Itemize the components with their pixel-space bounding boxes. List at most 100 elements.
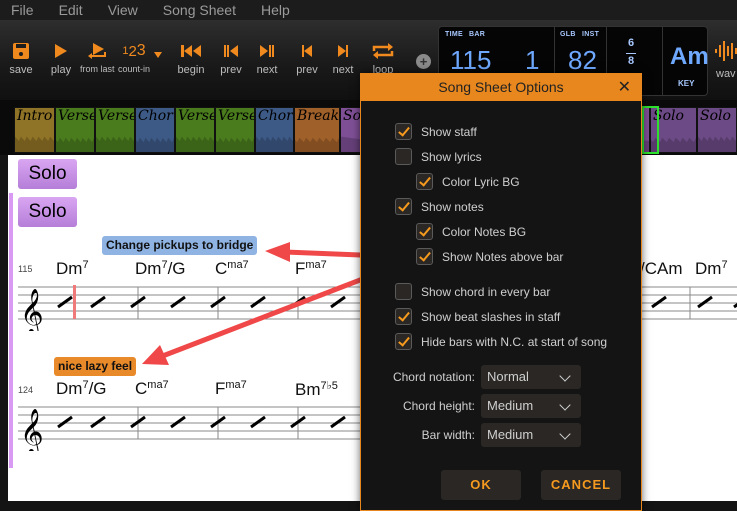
plus-icon: + [419,54,428,69]
prev-section-button[interactable]: prev [294,40,320,76]
timeline-segment[interactable]: Chorus [255,107,294,153]
timeline-segment[interactable]: Break [294,107,340,153]
timeline-segment[interactable]: Verse [175,107,215,153]
option-show-lyrics[interactable]: Show lyrics [395,148,482,165]
skip-next-icon [254,40,280,62]
option-show-beat-slashes-in-staff[interactable]: Show beat slashes in staff [395,308,560,325]
select-label: Chord notation: [392,370,475,384]
option-show-chord-in-every-bar[interactable]: Show chord in every bar [395,283,550,300]
save-icon [8,40,34,62]
menu-help[interactable]: Help [261,2,290,18]
dialog-title: Song Sheet Options [438,79,564,95]
section-marker-bar [9,193,13,468]
beat-slash [330,295,346,309]
ok-button[interactable]: OK [441,470,521,500]
checkbox[interactable] [395,123,412,140]
note-nice-lazy-feel[interactable]: nice lazy feel [54,357,137,376]
option-show-notes[interactable]: Show notes [395,198,484,215]
checkbox[interactable] [395,148,412,165]
chord[interactable]: Cma7 [215,259,249,279]
beat-slash [250,415,266,429]
select-row-bar-width: Bar width: Medium [380,423,581,447]
timeline-segment[interactable]: Intro [14,107,55,153]
begin-button[interactable]: begin [176,40,206,76]
menu-view[interactable]: View [108,2,138,18]
playhead[interactable] [642,106,659,154]
prev-bar-button[interactable]: prev [218,40,244,76]
select-dropdown[interactable]: Medium [481,423,581,447]
menu-edit[interactable]: Edit [59,2,83,18]
checkbox[interactable] [416,223,433,240]
time-label: TIME [445,31,463,38]
checkbox[interactable] [416,173,433,190]
segment-name: Solo [700,108,731,124]
count-in-button[interactable]: 123 count-in [116,40,152,74]
chord[interactable]: Dm7/G [135,259,186,279]
segment-name: Chorus [138,108,174,124]
key-value[interactable]: Am [670,43,709,71]
bar-value[interactable]: 1 [525,45,539,76]
option-color-lyric-bg[interactable]: Color Lyric BG [416,173,520,190]
chord[interactable]: /CAm [640,259,683,279]
timeline-segment[interactable]: Verse [215,107,255,153]
checkbox[interactable] [395,283,412,300]
segment-name: Verse [58,108,95,124]
select-value: Normal [487,369,529,384]
save-button[interactable]: save [8,40,34,76]
play-button[interactable]: play [48,40,74,76]
beat-slash [250,295,266,309]
beat-slash [330,415,346,429]
time-signature-top[interactable]: 6 [624,37,638,49]
playback-cursor[interactable] [73,285,76,319]
loop-icon [370,40,396,62]
timeline-segment[interactable]: Solo [697,107,737,153]
song-sheet[interactable]: Solo Solo Change pickups to bridge 115 D… [8,155,360,501]
waveform-icon[interactable] [714,40,737,67]
staff: 𝄞 [18,285,360,331]
checkbox[interactable] [395,198,412,215]
section-label[interactable]: Solo [18,159,77,189]
note-change-pickups[interactable]: Change pickups to bridge [102,236,258,255]
chord[interactable]: Fma7 [295,259,327,279]
add-button[interactable]: + [416,54,431,69]
chord[interactable]: Bm7♭5 [295,379,338,400]
menu-bar: File Edit View Song Sheet Help [0,0,737,20]
option-color-notes-bg[interactable]: Color Notes BG [416,223,526,240]
time-signature-bottom[interactable]: 8 [624,55,638,67]
segment-waveform [295,137,339,152]
menu-file[interactable]: File [11,2,34,18]
chord[interactable]: Cma7 [135,379,169,399]
timeline-segment[interactable]: Verse [55,107,95,153]
option-show-notes-above-bar[interactable]: Show Notes above bar [416,248,563,265]
chord[interactable]: Dm7 [56,259,89,279]
menu-song-sheet[interactable]: Song Sheet [163,2,236,18]
prev-icon [294,40,320,62]
treble-clef-icon: 𝄞 [20,289,44,331]
checkbox[interactable] [416,248,433,265]
count-in-dropdown[interactable] [154,52,164,58]
loop-button[interactable]: loop [370,40,396,76]
timeline-segment[interactable]: Verse [95,107,135,153]
chord[interactable]: Dm7/G [56,379,107,399]
select-dropdown[interactable]: Normal [481,365,581,389]
chord[interactable]: Fma7 [215,379,247,399]
option-hide-bars-with-n-c-at-start-of-song[interactable]: Hide bars with N.C. at start of song [395,333,607,350]
dialog-title-bar[interactable]: Song Sheet Options ✕ [361,74,641,101]
section-label[interactable]: Solo [18,197,77,227]
chord[interactable]: Dm7 [695,259,728,279]
select-dropdown[interactable]: Medium [481,394,581,418]
timeline-segment[interactable]: Chorus [135,107,175,153]
glb-value[interactable]: 82 [568,45,597,76]
song-sheet-right[interactable]: /CAm Dm7 [640,155,737,501]
next-section-button[interactable]: next [330,40,356,76]
option-show-staff[interactable]: Show staff [395,123,477,140]
checkbox[interactable] [395,308,412,325]
cancel-button[interactable]: CANCEL [541,470,621,500]
next-bar-button[interactable]: next [254,40,280,76]
option-label: Show beat slashes in staff [421,309,561,324]
time-value[interactable]: 115 [450,45,491,76]
play-from-last-button[interactable]: from last [80,40,115,74]
close-icon[interactable]: ✕ [618,74,631,101]
checkbox[interactable] [395,333,412,350]
beat-slash [697,295,713,309]
